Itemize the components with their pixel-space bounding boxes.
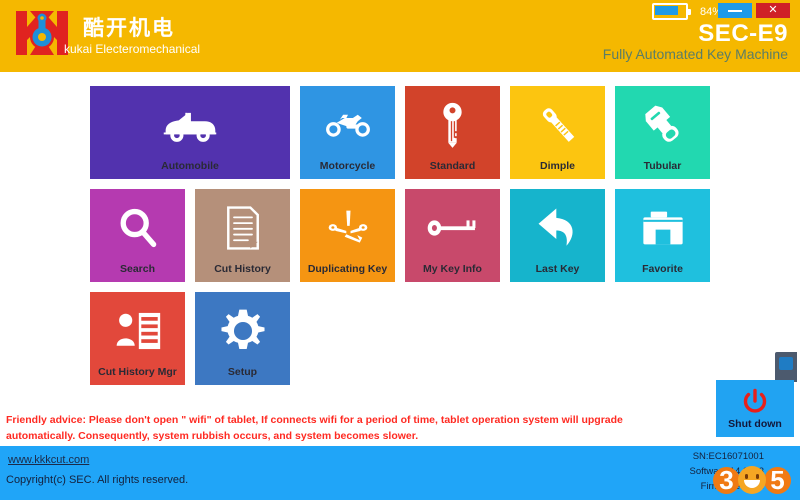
undo-arrow-icon bbox=[510, 195, 605, 260]
smiley-mouth bbox=[744, 480, 760, 488]
tile-row: Search Cut History Duplicating Key My Key I… bbox=[90, 189, 716, 282]
tile-label: Dimple bbox=[539, 159, 575, 172]
copyright-text: Copyright(c) SEC. All rights reserved. bbox=[6, 474, 189, 486]
tile-cut-history-mgr[interactable]: Cut History Mgr bbox=[90, 292, 185, 385]
serial-number-label: SN:EC16071001 bbox=[692, 451, 764, 462]
smiley-eye-left bbox=[745, 474, 748, 479]
tile-label: Tubular bbox=[643, 159, 682, 172]
tile-automobile[interactable]: Automobile bbox=[90, 86, 290, 179]
tile-my-key-info[interactable]: My Key Info bbox=[405, 189, 500, 282]
website-link[interactable]: www.kkkcut.com bbox=[8, 454, 89, 466]
battery-tip bbox=[688, 9, 691, 15]
machine-model-label: SEC-E9 bbox=[698, 20, 788, 47]
tubular-key-icon bbox=[615, 92, 710, 157]
tile-label: Last Key bbox=[535, 262, 580, 275]
tile-setup[interactable]: Setup bbox=[195, 292, 290, 385]
tile-label: Cut History Mgr bbox=[98, 365, 177, 378]
standard-key-icon bbox=[405, 92, 500, 157]
power-icon bbox=[743, 388, 767, 413]
app-footer: www.kkkcut.com Copyright(c) SEC. All rig… bbox=[0, 446, 800, 500]
device-badge-inner bbox=[779, 357, 793, 370]
motorcycle-icon bbox=[300, 92, 395, 157]
brand-name-cn: 酷开机电 bbox=[83, 17, 175, 40]
brand-name-en: kukai Electeromechanical bbox=[64, 42, 201, 56]
app-header: 酷开机电 kukai Electeromechanical 84% ✕ SEC-… bbox=[0, 0, 800, 72]
tile-grid: Automobile Motorcycle Standard Dimple Tubula… bbox=[90, 86, 716, 395]
device-badge-icon bbox=[775, 352, 797, 389]
smiley-eye-right bbox=[756, 474, 759, 479]
kukai-logo-icon bbox=[16, 11, 68, 55]
car-icon bbox=[90, 92, 290, 157]
tile-search[interactable]: Search bbox=[90, 189, 185, 282]
tile-tubular[interactable]: Tubular bbox=[615, 86, 710, 179]
battery-indicator: 84% bbox=[652, 3, 722, 20]
tile-row: Cut History Mgr Setup bbox=[90, 292, 716, 385]
watermark-digit-right: 5 bbox=[764, 466, 791, 494]
tile-last-key[interactable]: Last Key bbox=[510, 189, 605, 282]
tile-label: Setup bbox=[227, 365, 258, 378]
battery-fill bbox=[655, 6, 678, 15]
tile-standard[interactable]: Standard bbox=[405, 86, 500, 179]
tile-label: Motorcycle bbox=[319, 159, 376, 172]
tile-label: Search bbox=[119, 262, 156, 275]
search-icon bbox=[90, 195, 185, 260]
gear-icon bbox=[195, 298, 290, 363]
duplicate-key-icon bbox=[300, 195, 395, 260]
watermark-digit-left: 3 bbox=[713, 466, 740, 494]
tile-dimple[interactable]: Dimple bbox=[510, 86, 605, 179]
smiley-face-icon bbox=[738, 466, 766, 494]
tile-label: Favorite bbox=[642, 262, 683, 275]
user-records-icon bbox=[90, 298, 185, 363]
tile-label: Cut History bbox=[214, 262, 271, 275]
tile-label: My Key Info bbox=[423, 262, 482, 275]
old-key-icon bbox=[405, 195, 500, 260]
watermark-365: 3 5 bbox=[713, 466, 791, 494]
battery-icon bbox=[652, 3, 691, 20]
friendly-advice-text: Friendly advice: Please don't open " wif… bbox=[6, 414, 623, 443]
minimize-icon[interactable] bbox=[718, 3, 752, 18]
tile-label: Automobile bbox=[161, 159, 219, 172]
tile-duplicating-key[interactable]: Duplicating Key bbox=[300, 189, 395, 282]
machine-tagline: Fully Automated Key Machine bbox=[602, 46, 788, 62]
tile-cut-history[interactable]: Cut History bbox=[195, 189, 290, 282]
tile-favorite[interactable]: Favorite bbox=[615, 189, 710, 282]
close-icon[interactable]: ✕ bbox=[756, 3, 790, 18]
tile-label: Standard bbox=[429, 159, 476, 172]
tile-label: Duplicating Key bbox=[307, 262, 388, 275]
dimple-key-icon bbox=[510, 92, 605, 157]
tile-row: Automobile Motorcycle Standard Dimple Tubula… bbox=[90, 86, 716, 179]
shutdown-button[interactable]: Shut down bbox=[716, 380, 794, 437]
tile-motorcycle[interactable]: Motorcycle bbox=[300, 86, 395, 179]
shutdown-label: Shut down bbox=[728, 418, 782, 430]
folder-icon bbox=[615, 195, 710, 260]
document-icon bbox=[195, 195, 290, 260]
